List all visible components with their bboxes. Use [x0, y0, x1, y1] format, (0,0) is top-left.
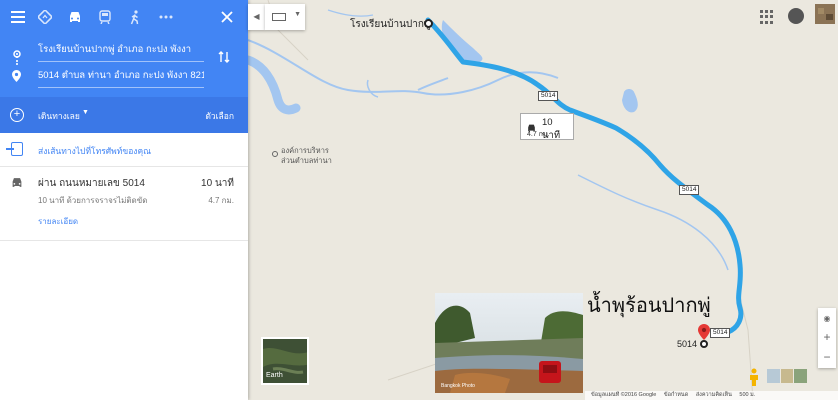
chevron-down-icon: ▼ [294, 11, 301, 18]
zoom-out-icon[interactable]: − [818, 348, 836, 366]
photo-watermark: Bangkok Photo [441, 383, 475, 389]
route-duration-callout[interactable]: 10 นาที 4.7 กม. [520, 113, 574, 141]
swap-icon[interactable] [218, 50, 230, 67]
send-to-phone-row[interactable]: ส่งเส้นทางไปที่โทรศัพท์ของคุณ [0, 133, 248, 167]
add-stop-icon[interactable]: + [10, 108, 24, 122]
route-via-label: ผ่าน ถนนหมายเลข 5014 [38, 178, 145, 189]
car-icon [10, 175, 24, 187]
feedback-link[interactable]: ส่งความคิดเห็น [696, 392, 732, 398]
poi-label[interactable]: องค์การบริหาร ส่วนตำบลท่านา [281, 146, 332, 166]
route-details-link[interactable]: รายละเอียด [38, 215, 78, 228]
earth-view-toggle[interactable]: Earth [261, 337, 309, 385]
layer-thumb[interactable] [794, 369, 808, 383]
phone-icon [6, 142, 23, 156]
destination-road-label: 5014 [677, 339, 698, 349]
origin-row: โรงเรียนบ้านปากพู่ อำเภอ กะปง พังงา [0, 40, 248, 62]
poi-label-line2: ส่วนตำบลท่านา [281, 156, 332, 165]
map-footer: ข้อมูลแผนที่ ©2016 Google ข้อกำหนด ส่งคว… [585, 391, 838, 400]
destination-pin-icon [12, 69, 21, 87]
terms-link[interactable]: ข้อกำหนด [664, 392, 688, 398]
more-icon[interactable] [157, 8, 175, 26]
imagery-thumbnails[interactable] [767, 369, 808, 383]
road-shield: 5014 [710, 328, 731, 338]
directions-panel: โรงเรียนบ้านปากพู่ อำเภอ กะปง พังงา 5014… [0, 0, 248, 400]
place-photo[interactable]: Bangkok Photo [435, 293, 583, 393]
avatar[interactable] [815, 4, 835, 24]
directions-header: โรงเรียนบ้านปากพู่ อำเภอ กะปง พังงา 5014… [0, 0, 248, 97]
route-option[interactable]: ผ่าน ถนนหมายเลข 5014 10 นาที 10 นาที ด้ว… [0, 167, 248, 241]
close-icon[interactable] [218, 8, 236, 26]
origin-input[interactable]: โรงเรียนบ้านปากพู่ อำเภอ กะปง พังงา [38, 42, 204, 62]
notifications-icon[interactable] [788, 8, 804, 24]
poi-label-line1: องค์การบริหาร [281, 146, 329, 155]
layer-thumb[interactable] [780, 369, 794, 383]
earth-label: Earth [266, 372, 283, 379]
my-location-icon[interactable]: ◉ [818, 310, 836, 328]
car-icon[interactable] [66, 8, 84, 26]
keyboard-icon [272, 13, 286, 21]
car-icon [526, 119, 537, 132]
origin-map-label: โรงเรียนบ้านปากพู่ [350, 19, 431, 30]
poi-icon[interactable] [272, 151, 278, 157]
walk-icon[interactable] [126, 8, 144, 26]
map-attribution: ข้อมูลแผนที่ ©2016 Google [591, 392, 657, 398]
destination-map-label: น้ำพุร้อนปากพู่ [587, 295, 711, 317]
depart-options-bar: + เดินทางเลย ▼ ตัวเลือก [0, 97, 248, 133]
layer-thumb[interactable] [767, 369, 780, 383]
road-shield: 5014 [679, 185, 700, 195]
collapse-panel-button[interactable]: ◀ [248, 4, 265, 30]
travel-mode-row [0, 0, 248, 34]
route-distance: 4.7 กม. [208, 196, 234, 205]
input-tools-button[interactable]: ▼ [265, 4, 305, 30]
route-traffic-note: 10 นาที ด้วยการจราจรไม่ติดขัด [38, 196, 148, 205]
pegman-icon[interactable] [748, 368, 760, 386]
destination-row: 5014 ตำบล ท่านา อำเภอ กะปง พังงา 8212 [0, 66, 248, 88]
hot-spring-photo: Bangkok Photo [435, 293, 583, 393]
directions-best-icon[interactable] [36, 8, 54, 26]
callout-distance: 4.7 กม. [527, 131, 550, 138]
road-shield: 5014 [538, 91, 559, 101]
depart-now-dropdown[interactable]: เดินทางเลย [38, 109, 80, 123]
options-button[interactable]: ตัวเลือก [205, 109, 234, 123]
origin-marker[interactable] [424, 19, 433, 28]
transit-icon[interactable] [96, 8, 114, 26]
zoom-in-icon[interactable]: + [818, 328, 836, 346]
scale-label[interactable]: 500 ม. [739, 392, 755, 398]
route-dots [16, 53, 18, 65]
zoom-control: ◉ + − [818, 308, 836, 368]
menu-icon[interactable] [9, 8, 27, 26]
route-time: 10 นาที [201, 178, 234, 189]
send-to-phone-link[interactable]: ส่งเส้นทางไปที่โทรศัพท์ของคุณ [38, 144, 151, 158]
destination-input[interactable]: 5014 ตำบล ท่านา อำเภอ กะปง พังงา 8212 [38, 68, 204, 88]
chevron-down-icon[interactable]: ▼ [82, 109, 89, 116]
apps-icon[interactable] [760, 10, 774, 24]
destination-marker[interactable] [700, 340, 708, 348]
